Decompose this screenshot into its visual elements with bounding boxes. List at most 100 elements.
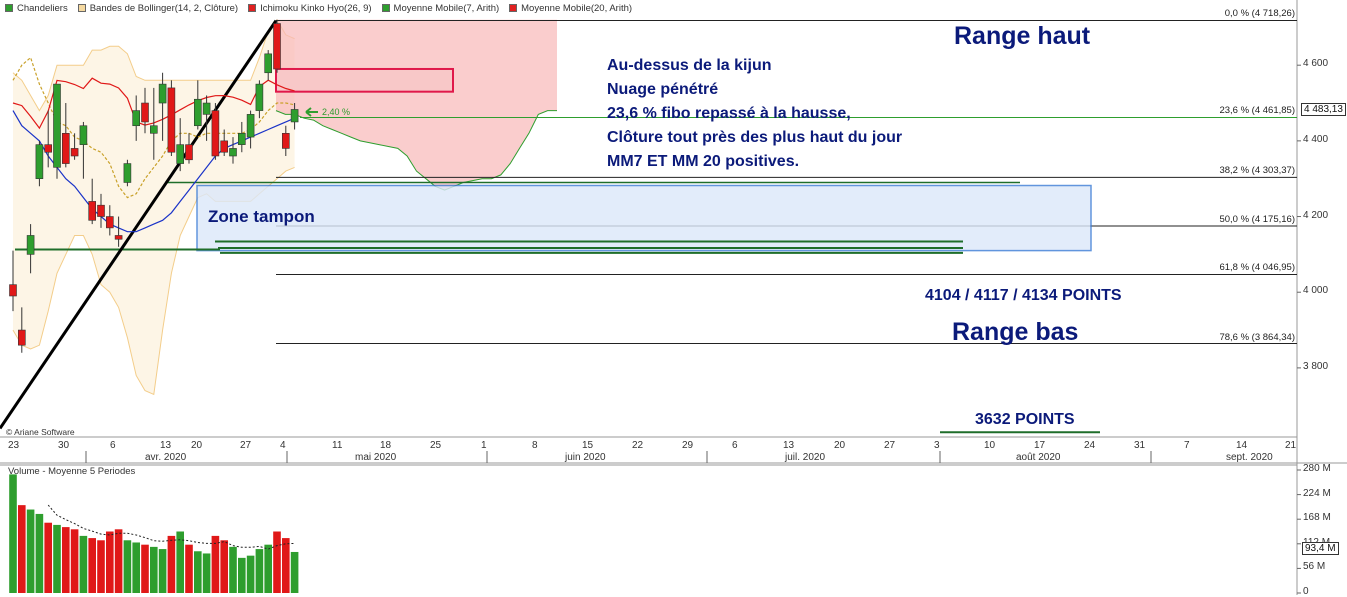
x-tick-label: 14 [1236,440,1248,451]
volume-bar [44,522,52,593]
volume-bar [202,553,211,593]
legend-swatch [509,4,518,12]
x-tick-label: 3 [934,440,940,451]
legend-swatch [381,4,390,12]
x-tick-label: 21 [1285,440,1297,451]
volume-title: Volume - Moyenne 5 Periodes [8,466,136,477]
candle-body [167,87,176,153]
legend-swatch [248,4,257,12]
volume-bar [35,513,44,593]
comment-line: MM7 ET MM 20 positives. [607,153,800,170]
candle-body [281,132,290,149]
legend-item: Moyenne Mobile(20, Arith) [509,3,632,14]
volume-bar [185,544,193,593]
x-tick-label: 6 [732,440,738,451]
volume-bar [114,529,123,593]
fib-label: 0,0 % (4 718,26) [1224,8,1295,20]
volume-bar [282,538,290,593]
y-tick-label: 4 600 [1303,58,1329,70]
volume-bar [246,555,255,593]
x-tick-label: 29 [682,440,694,451]
vol-y-tick-label: 56 M [1303,561,1326,573]
legend-item: Moyenne Mobile(7, Arith) [381,2,500,14]
candle-body [211,110,220,157]
x-month-label: avr. 2020 [145,452,187,463]
volume-bar [264,544,272,593]
x-tick-label: 15 [582,440,594,451]
copyright-text: © Ariane Software [6,427,75,437]
legend: Chandeliers Bandes de Bollinger(14, 2, Cl… [0,0,637,16]
candle-body [202,102,211,115]
fib-label: 50,0 % (4 175,16) [1219,213,1295,225]
volume-bar [53,524,61,593]
fib-label: 23,6 % (4 461,85) [1219,105,1295,117]
candle-body [176,144,184,164]
y-tick-label: 4 400 [1303,133,1329,145]
x-tick-label: 4 [280,440,286,451]
volume-bar [290,551,299,593]
candle-body [26,235,35,255]
volume-bar [70,529,79,593]
volume-bar [123,540,132,593]
volume-bar [273,531,281,593]
legend-label: Ichimoku Kinko Hyo(26, 9) [260,2,372,14]
volume-bar [79,535,88,593]
x-month-label: juil. 2020 [785,452,826,463]
x-tick-label: 1 [481,440,487,451]
candle-body [158,83,167,104]
x-month-label: juin 2020 [565,452,606,463]
candle-body [185,144,193,161]
volume-bar [26,509,35,593]
x-tick-label: 6 [110,440,116,451]
legend-swatch [77,4,86,12]
candle-body [97,204,105,217]
x-tick-label: 11 [332,440,343,451]
candle-body [44,144,53,153]
candle-body [220,140,228,153]
x-tick-label: 25 [430,440,442,451]
x-tick-label: 31 [1134,440,1146,451]
x-tick-label: 23 [8,440,20,451]
comment-line: Au-dessus de la kijun [607,57,772,74]
candle-body [132,110,140,127]
x-tick-label: 10 [984,440,996,451]
x-month-label: août 2020 [1016,452,1061,463]
volume-bar [97,540,105,593]
y-tick-label: 4 200 [1303,209,1329,221]
x-tick-label: 30 [58,440,70,451]
annotation-range-bas: Range bas [952,318,1079,346]
volume-bar [18,505,26,593]
comment-line: Nuage pénétré [607,81,719,98]
volume-bar [132,542,140,593]
candle-body [70,148,79,157]
fib-label: 61,8 % (4 046,95) [1219,262,1295,274]
legend-swatch [5,4,13,12]
highlight-box [275,67,454,93]
annotation-zone-tampon: Zone tampon [208,207,315,226]
candle-body [255,83,264,111]
comment-line: 23,6 % fibo repassé à la hausse, [607,105,851,122]
candle-body [88,201,96,221]
volume-bar [229,546,237,593]
volume-bar [194,551,202,593]
percent-label: 2,40 % [322,107,351,117]
comment-line: Clôture tout près des plus haut du jour [607,129,903,146]
x-tick-label: 13 [783,440,795,451]
candle-body [61,132,70,164]
volume-bar [176,531,184,593]
legend-label: Bandes de Bollinger(14, 2, Clôture) [89,2,239,14]
legend-item: Bandes de Bollinger(14, 2, Clôture) [77,2,239,14]
x-tick-label: 18 [380,440,392,451]
legend-item: Ichimoku Kinko Hyo(26, 9) [248,2,372,14]
candle-body [150,125,158,134]
legend-label: Chandeliers [17,2,68,14]
x-tick-label: 27 [884,440,896,451]
candle-body [194,98,202,127]
volume-bar [150,546,158,593]
fib-label: 78,6 % (3 864,34) [1219,331,1295,343]
legend-label: Moyenne Mobile(20, Arith) [521,2,633,14]
legend-label: Moyenne Mobile(7, Arith) [393,2,500,14]
x-tick-label: 8 [532,440,538,451]
x-tick-label: 27 [240,440,252,451]
candle-body [238,132,246,145]
